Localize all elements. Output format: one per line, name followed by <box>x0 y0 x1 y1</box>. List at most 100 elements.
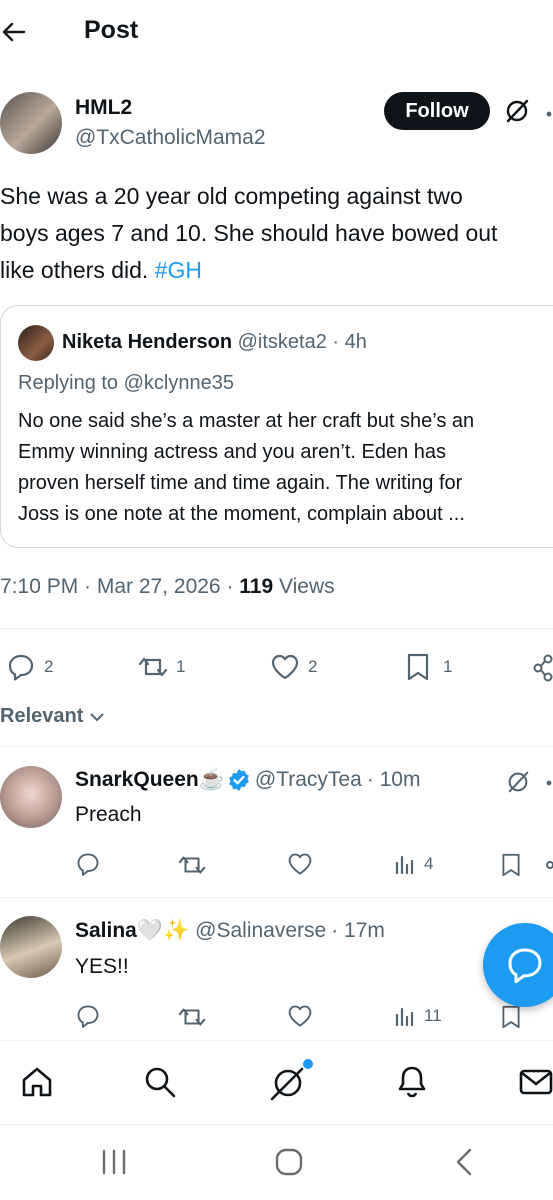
verified-icon <box>228 769 249 791</box>
repost-action[interactable] <box>176 851 208 879</box>
reply-action[interactable] <box>75 1003 101 1029</box>
post-line: She was a 20 year old competing against … <box>0 183 463 209</box>
bookmark-icon <box>502 1005 520 1029</box>
system-recents-button[interactable] <box>100 1149 128 1175</box>
nav-home[interactable] <box>20 1065 54 1099</box>
more-button[interactable] <box>545 779 553 787</box>
author-handle[interactable]: @TxCatholicMama2 <box>75 126 266 150</box>
reply-author-name[interactable]: SnarkQueen <box>75 768 199 792</box>
reply-author-handle[interactable]: @Salinaverse <box>195 919 326 943</box>
reply-action[interactable]: 2 <box>6 652 53 682</box>
grok-button[interactable] <box>503 97 531 125</box>
nav-notifications[interactable] <box>395 1065 429 1099</box>
bookmark-icon <box>407 653 429 681</box>
sort-dropdown[interactable]: Relevant <box>0 705 105 728</box>
grok-button[interactable] <box>505 769 531 795</box>
like-icon <box>288 1005 312 1027</box>
like-icon <box>288 853 312 875</box>
divider <box>0 746 553 747</box>
post-line: like others did. #GH <box>0 257 202 283</box>
share-icon <box>546 861 553 869</box>
system-nav-bar <box>0 1124 553 1200</box>
bottom-nav <box>0 1040 553 1125</box>
views-count: 119 <box>239 575 274 598</box>
replying-handle-link[interactable]: @kclynne35 <box>124 372 234 394</box>
grok-icon <box>270 1059 313 1101</box>
author-avatar[interactable] <box>0 92 62 154</box>
reply-action[interactable] <box>75 851 101 877</box>
search-icon <box>145 1067 176 1098</box>
nav-search[interactable] <box>143 1065 177 1099</box>
page-title: Post <box>84 16 139 44</box>
more-icon <box>546 111 552 117</box>
quote-time: · 4h <box>332 331 367 353</box>
divider <box>0 628 553 629</box>
author-name[interactable]: HML2 <box>75 96 132 120</box>
repost-action[interactable]: 1 <box>136 652 185 682</box>
share-action[interactable] <box>532 654 553 682</box>
views-action[interactable]: 11 <box>394 1005 442 1027</box>
nav-grok[interactable] <box>268 1059 314 1103</box>
repost-icon <box>138 657 168 677</box>
share-action[interactable] <box>545 855 553 875</box>
repost-action[interactable] <box>176 1003 208 1031</box>
post-text: She was a 20 year old competing against … <box>0 178 553 289</box>
like-action[interactable] <box>287 1003 313 1029</box>
like-action[interactable]: 2 <box>270 652 317 682</box>
home-icon <box>22 1067 52 1097</box>
quote-header: Niketa Henderson @itsketa2 · 4h <box>62 331 367 354</box>
reply-icon <box>8 654 34 681</box>
reply-text: Preach <box>75 803 142 826</box>
quote-author-name[interactable]: Niketa Henderson <box>62 331 232 353</box>
reply-avatar[interactable] <box>0 916 62 978</box>
bookmark-action[interactable] <box>500 1004 522 1030</box>
quote-avatar[interactable] <box>18 325 54 361</box>
views-icon <box>395 1007 414 1027</box>
system-home-button[interactable] <box>274 1147 304 1177</box>
repost-icon <box>178 1008 206 1026</box>
reply-author-emoji: 🤍✨ <box>136 919 190 942</box>
like-icon <box>271 654 299 680</box>
quote-replying: Replying to @kclynne35 <box>18 372 234 394</box>
reply-time: · 17m <box>331 919 385 942</box>
reply-icon <box>77 1005 99 1028</box>
chevron-down-icon <box>90 713 104 722</box>
grok-icon <box>506 99 529 123</box>
compose-button[interactable] <box>483 923 553 1007</box>
notifications-icon <box>398 1066 426 1098</box>
quote-text: No one said she’s a master at her craft … <box>18 410 475 525</box>
system-home-icon <box>275 1148 303 1176</box>
share-icon <box>533 654 553 682</box>
like-action[interactable] <box>287 851 313 877</box>
reply-header: Salina 🤍✨ @Salinaverse · 17m <box>75 919 385 943</box>
bookmark-action[interactable]: 1 <box>405 652 452 682</box>
reply-icon <box>77 853 99 876</box>
back-arrow-icon <box>2 22 26 42</box>
views-action[interactable]: 4 <box>394 853 433 875</box>
nav-messages[interactable] <box>519 1065 553 1099</box>
more-icon <box>546 780 552 786</box>
divider <box>0 897 553 898</box>
recent-apps-icon <box>102 1149 126 1175</box>
reply-author-handle[interactable]: @TracyTea <box>255 768 362 792</box>
hashtag-link[interactable]: #GH <box>155 257 202 283</box>
post-timestamp[interactable]: 7:10 PM · Mar 27, 2026 · <box>0 575 239 598</box>
quote-author-handle[interactable]: @itsketa2 <box>238 331 327 353</box>
bookmark-action[interactable] <box>500 852 522 878</box>
bookmark-icon <box>502 853 520 877</box>
reply-time: · 10m <box>366 768 421 791</box>
grok-icon <box>508 771 529 793</box>
views-label: Views <box>273 575 335 598</box>
views-icon <box>395 855 414 875</box>
follow-button[interactable]: Follow <box>384 92 490 130</box>
back-button[interactable] <box>0 18 28 46</box>
reply-avatar[interactable] <box>0 766 62 828</box>
more-button[interactable] <box>545 110 553 118</box>
system-back-button[interactable] <box>453 1147 475 1177</box>
post-meta: 7:10 PM · Mar 27, 2026 · 119 Views <box>0 575 335 599</box>
compose-icon <box>508 948 542 984</box>
messages-icon <box>519 1069 553 1095</box>
system-back-icon <box>456 1148 472 1176</box>
reply-author-name[interactable]: Salina <box>75 919 137 943</box>
reply-header: SnarkQueen ☕ @TracyTea · 10m <box>75 768 420 792</box>
